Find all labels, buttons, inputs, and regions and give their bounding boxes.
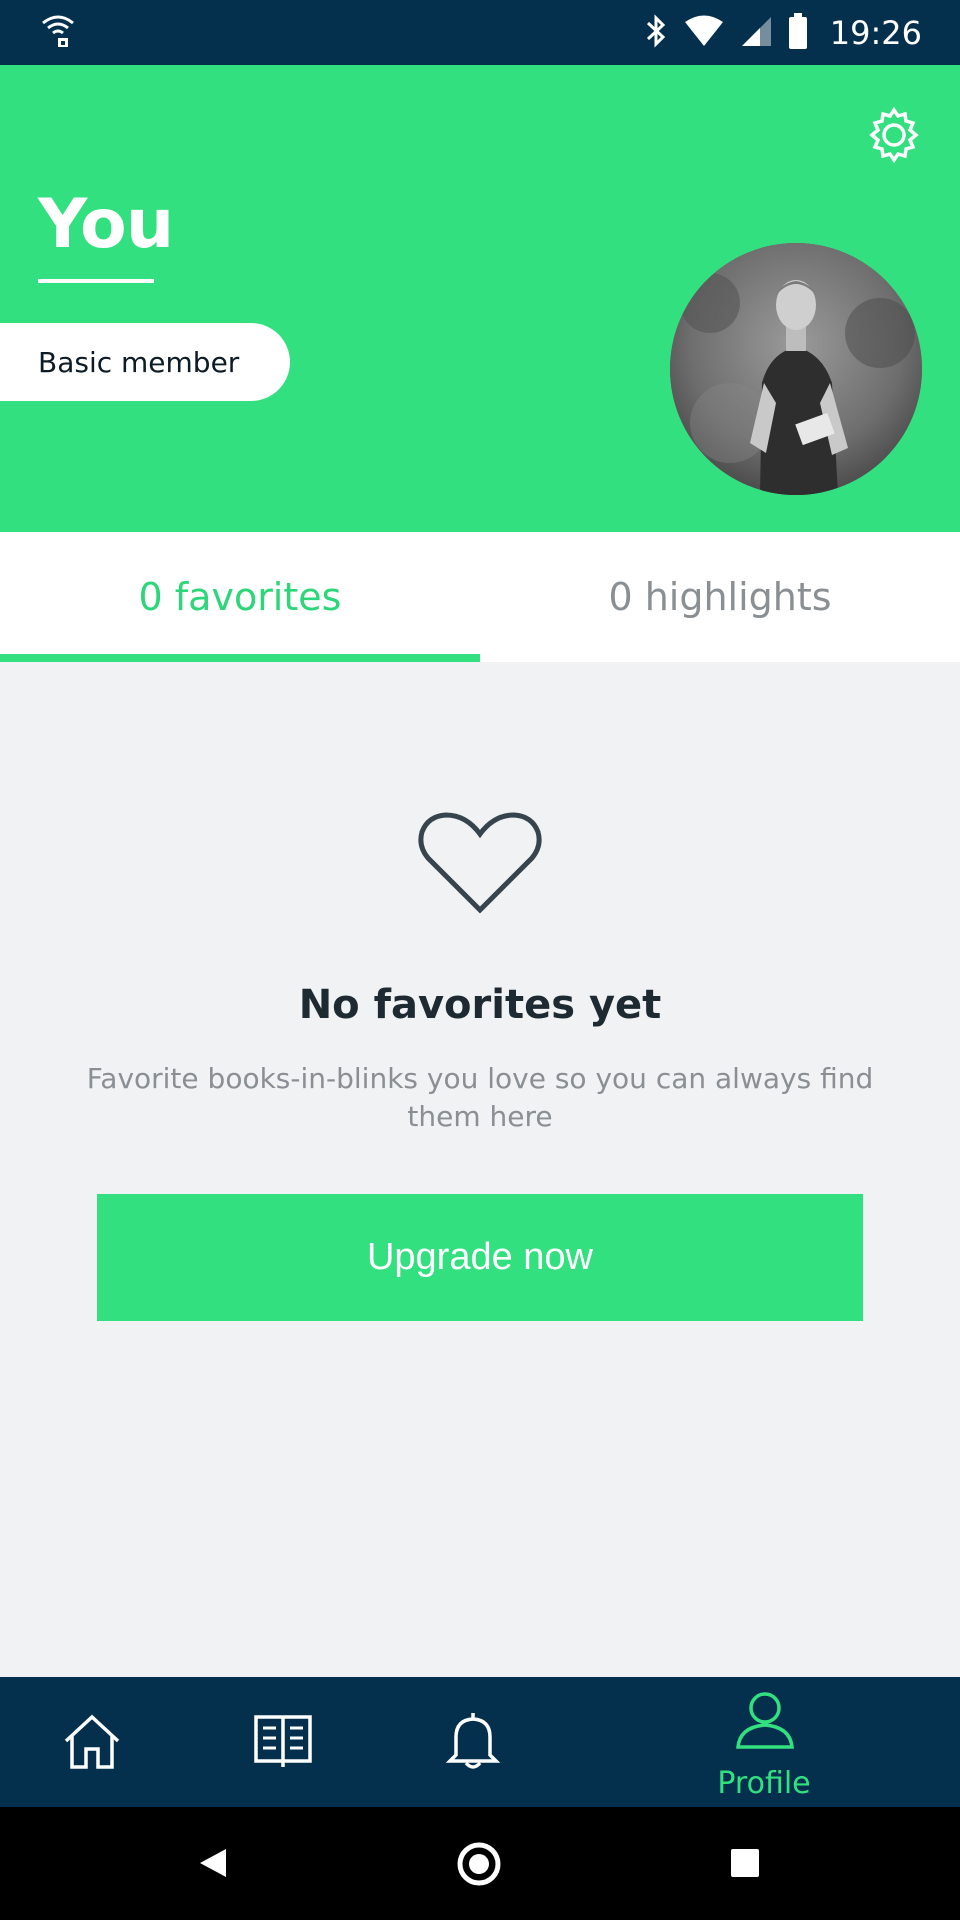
battery-icon bbox=[788, 12, 808, 53]
active-tab-indicator bbox=[0, 654, 480, 662]
avatar[interactable] bbox=[670, 243, 922, 495]
nav-item-library[interactable] bbox=[252, 1713, 314, 1773]
heart-icon bbox=[418, 810, 542, 922]
tab-favorites[interactable]: 0 favorites bbox=[0, 532, 480, 662]
tab-bar: 0 favorites 0 highlights bbox=[0, 532, 960, 662]
nav-item-profile[interactable]: Profile bbox=[694, 1691, 834, 1801]
empty-state-description: Favorite books-in-blinks you love so you… bbox=[86, 1062, 874, 1133]
bottom-nav: Profile bbox=[0, 1677, 960, 1807]
wifi-lock-icon bbox=[40, 12, 76, 52]
membership-badge: Basic member bbox=[0, 323, 290, 401]
tab-highlights[interactable]: 0 highlights bbox=[480, 532, 960, 662]
bluetooth-icon bbox=[644, 13, 668, 52]
empty-state-title: No favorites yet bbox=[298, 982, 662, 1028]
cell-signal-icon bbox=[740, 15, 772, 51]
back-triangle-icon[interactable] bbox=[198, 1847, 228, 1883]
upgrade-now-button[interactable]: Upgrade now bbox=[97, 1194, 863, 1321]
profile-icon bbox=[734, 1691, 796, 1753]
status-bar: 19:26 bbox=[0, 0, 960, 65]
settings-gear-icon[interactable] bbox=[864, 105, 924, 169]
library-icon bbox=[252, 1715, 314, 1773]
nav-label-profile: Profile bbox=[717, 1766, 811, 1801]
status-time: 19:26 bbox=[829, 13, 922, 52]
page-title: You bbox=[38, 185, 174, 264]
nav-item-home[interactable] bbox=[60, 1713, 124, 1775]
profile-header: You Basic member bbox=[0, 65, 960, 532]
home-icon bbox=[60, 1714, 124, 1775]
bell-icon bbox=[442, 1713, 504, 1775]
favorites-empty-state: No favorites yet Favorite books-in-blink… bbox=[0, 662, 960, 1677]
recents-square-icon[interactable] bbox=[730, 1848, 760, 1882]
nav-item-notifications[interactable] bbox=[442, 1709, 504, 1775]
home-circle-icon[interactable] bbox=[456, 1841, 502, 1891]
wifi-signal-icon bbox=[684, 15, 724, 51]
system-navigation-bar bbox=[0, 1807, 960, 1920]
title-underline bbox=[38, 279, 154, 283]
